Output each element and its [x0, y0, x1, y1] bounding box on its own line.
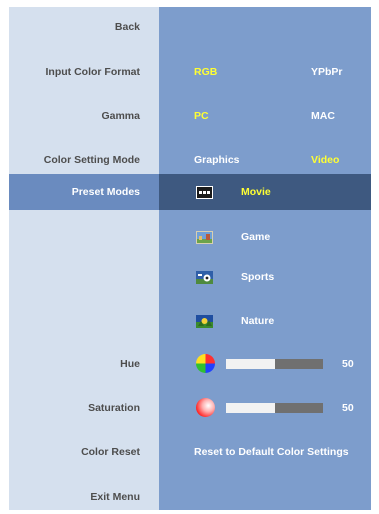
option-rgb[interactable]: RGB — [194, 66, 217, 78]
sports-icon — [196, 271, 213, 284]
hue-slider[interactable] — [226, 359, 323, 369]
hue-color-wheel-icon — [196, 354, 215, 373]
menu-item-preset-modes[interactable]: Preset Modes Movie — [9, 174, 371, 210]
hue-value: 50 — [342, 358, 354, 370]
menu-item-saturation[interactable]: Saturation 50 — [9, 390, 371, 426]
gamma-label: Gamma — [101, 110, 140, 122]
nature-icon — [196, 315, 213, 328]
preset-movie[interactable]: Movie — [241, 186, 271, 198]
exit-menu-label: Exit Menu — [90, 491, 140, 503]
option-video[interactable]: Video — [311, 154, 339, 166]
preset-nature: Nature — [241, 315, 275, 327]
saturation-label: Saturation — [88, 402, 140, 414]
menu-item-exit[interactable]: Exit Menu — [9, 479, 371, 510]
reset-default-color-settings[interactable]: Reset to Default Color Settings — [194, 446, 349, 458]
preset-game: Game — [241, 231, 271, 243]
option-mac[interactable]: MAC — [311, 110, 335, 122]
game-icon — [196, 231, 213, 244]
menu-item-hue[interactable]: Hue 50 — [9, 346, 371, 382]
menu-item-color-setting-mode[interactable]: Color Setting Mode Graphics Video — [9, 142, 371, 178]
preset-item-nature[interactable]: Nature — [9, 303, 371, 339]
option-graphics[interactable]: Graphics — [194, 154, 240, 166]
option-pc[interactable]: PC — [194, 110, 209, 122]
saturation-slider-fill — [226, 403, 275, 413]
hue-label: Hue — [120, 358, 140, 370]
color-settings-osd-menu: Back Input Color Format RGB YPbPr Gamma … — [9, 7, 371, 510]
menu-item-input-color-format[interactable]: Input Color Format RGB YPbPr — [9, 54, 371, 90]
preset-item-sports[interactable]: Sports — [9, 259, 371, 295]
menu-item-back[interactable]: Back — [9, 9, 371, 45]
back-label: Back — [114, 21, 140, 33]
menu-item-color-reset[interactable]: Color Reset Reset to Default Color Setti… — [9, 434, 371, 470]
hue-slider-fill — [226, 359, 275, 369]
saturation-value: 50 — [342, 402, 354, 414]
input-color-format-label: Input Color Format — [45, 66, 141, 78]
movie-icon — [196, 186, 213, 199]
saturation-icon — [196, 398, 215, 417]
menu-item-gamma[interactable]: Gamma PC MAC — [9, 98, 371, 134]
color-setting-mode-label: Color Setting Mode — [43, 154, 140, 166]
preset-item-game[interactable]: Game — [9, 219, 371, 255]
option-ypbpr[interactable]: YPbPr — [311, 66, 343, 78]
preset-modes-label: Preset Modes — [71, 186, 140, 198]
preset-sports: Sports — [241, 271, 275, 283]
color-reset-label: Color Reset — [81, 446, 140, 458]
saturation-slider[interactable] — [226, 403, 323, 413]
